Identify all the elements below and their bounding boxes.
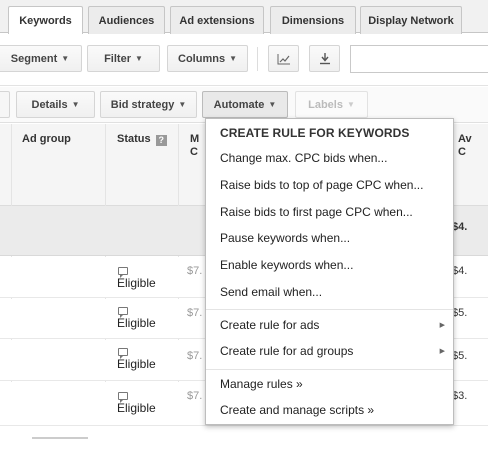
column-header-status[interactable]: Status ? — [117, 133, 167, 146]
status-cell: Eligible — [117, 267, 156, 290]
avg-cpc-value: $5. — [452, 350, 468, 362]
tab-audiences[interactable]: Audiences — [88, 6, 165, 34]
tab-dimensions-label: Dimensions — [281, 14, 345, 27]
column-header-avg-cpc-line2: C — [458, 146, 466, 158]
avg-cpc-value: $3. — [452, 390, 468, 402]
comment-icon[interactable] — [118, 348, 128, 359]
menu-item-rule-for-ads-label: Create rule for ads — [220, 318, 320, 332]
status-cell: Eligible — [117, 348, 156, 371]
status-text: Eligible — [117, 401, 156, 415]
max-cpc-value[interactable]: $7. — [187, 350, 202, 362]
menu-item-rule-for-ad-groups-label: Create rule for ad groups — [220, 344, 354, 358]
filter-label: Filter — [104, 52, 131, 65]
menu-item-manage-rules[interactable]: Manage rules » — [220, 377, 303, 391]
scroll-indicator[interactable] — [32, 437, 88, 439]
automate-button[interactable]: Automate ▼ — [202, 91, 288, 118]
details-label: Details — [31, 98, 68, 111]
tab-display-network[interactable]: Display Network — [360, 6, 462, 34]
tab-keywords-label: Keywords — [19, 14, 72, 27]
chevron-down-icon: ▼ — [268, 100, 277, 109]
status-text: Eligible — [117, 276, 156, 290]
chevron-down-icon: ▼ — [229, 54, 237, 63]
status-text: Eligible — [117, 316, 156, 330]
tab-bar: Keywords Audiences Ad extensions Dimensi… — [0, 0, 488, 34]
comment-icon[interactable] — [118, 392, 128, 403]
column-header-max-cpc[interactable]: M — [190, 133, 199, 145]
status-text: Eligible — [117, 357, 156, 371]
tab-keywords[interactable]: Keywords — [8, 6, 83, 34]
menu-item-enable-keywords[interactable]: Enable keywords when... — [220, 258, 353, 272]
chevron-down-icon: ▼ — [346, 100, 355, 109]
tab-audiences-label: Audiences — [98, 14, 155, 27]
menu-divider — [206, 309, 453, 310]
menu-header: CREATE RULE FOR KEYWORDS — [220, 126, 410, 140]
chevron-right-icon: ▶ — [439, 322, 445, 329]
chevron-down-icon: ▼ — [178, 100, 187, 109]
avg-cpc-value: $4. — [452, 265, 468, 277]
max-cpc-value[interactable]: $7. — [187, 307, 202, 319]
summary-avg-cpc: $4. — [452, 221, 468, 233]
columns-label: Columns — [178, 52, 226, 65]
status-cell: Eligible — [117, 307, 156, 330]
chevron-down-icon: ▼ — [61, 54, 70, 63]
toolbar-divider — [257, 47, 258, 71]
avg-cpc-value: $5. — [452, 307, 468, 319]
bid-strategy-label: Bid strategy — [110, 98, 175, 111]
help-icon[interactable]: ? — [155, 135, 167, 146]
download-button[interactable] — [309, 45, 340, 72]
menu-item-send-email[interactable]: Send email when... — [220, 285, 322, 299]
tab-ad-extensions-label: Ad extensions — [179, 14, 255, 27]
tab-display-network-label: Display Network — [368, 14, 454, 27]
bid-strategy-button[interactable]: Bid strategy ▼ — [100, 91, 197, 118]
max-cpc-value[interactable]: $7. — [187, 265, 202, 277]
menu-item-pause-keywords[interactable]: Pause keywords when... — [220, 231, 350, 245]
line-chart-icon — [277, 53, 290, 64]
chevron-down-icon: ▼ — [71, 100, 80, 109]
menu-item-raise-top-of-page[interactable]: Raise bids to top of page CPC when... — [220, 178, 423, 192]
chart-toggle-button[interactable] — [268, 45, 299, 72]
segment-label: Segment — [10, 52, 58, 65]
tab-ad-extensions[interactable]: Ad extensions — [170, 6, 264, 34]
chevron-down-icon: ▼ — [134, 54, 143, 63]
segment-button[interactable]: Segment ▼ — [0, 45, 82, 72]
comment-icon[interactable] — [118, 307, 128, 318]
menu-item-raise-first-page[interactable]: Raise bids to first page CPC when... — [220, 205, 413, 219]
left-edge-button[interactable] — [0, 91, 10, 118]
filter-button[interactable]: Filter ▼ — [87, 45, 160, 72]
column-header-avg-cpc[interactable]: Av — [458, 133, 472, 145]
chevron-right-icon: ▶ — [439, 348, 445, 355]
labels-label: Labels — [308, 98, 343, 111]
comment-icon[interactable] — [118, 267, 128, 278]
tab-dimensions[interactable]: Dimensions — [270, 6, 356, 34]
column-header-max-cpc-line2: C — [190, 146, 198, 158]
status-cell: Eligible — [117, 392, 156, 415]
details-button[interactable]: Details ▼ — [16, 91, 95, 118]
menu-item-change-max-cpc[interactable]: Change max. CPC bids when... — [220, 151, 387, 165]
automate-menu: CREATE RULE FOR KEYWORDS Change max. CPC… — [205, 118, 454, 425]
search-input[interactable] — [350, 45, 488, 73]
column-header-ad-group[interactable]: Ad group — [22, 133, 71, 145]
download-icon — [319, 53, 330, 65]
automate-label: Automate — [213, 98, 265, 111]
menu-item-rule-for-ad-groups[interactable]: Create rule for ad groups ▶ — [206, 339, 453, 363]
max-cpc-value[interactable]: $7. — [187, 390, 202, 402]
columns-button[interactable]: Columns ▼ — [167, 45, 248, 72]
column-header-status-label: Status — [117, 133, 151, 145]
menu-divider — [206, 369, 453, 370]
menu-item-manage-scripts[interactable]: Create and manage scripts » — [220, 403, 374, 417]
labels-button[interactable]: Labels ▼ — [295, 91, 368, 118]
menu-item-rule-for-ads[interactable]: Create rule for ads ▶ — [206, 313, 453, 337]
